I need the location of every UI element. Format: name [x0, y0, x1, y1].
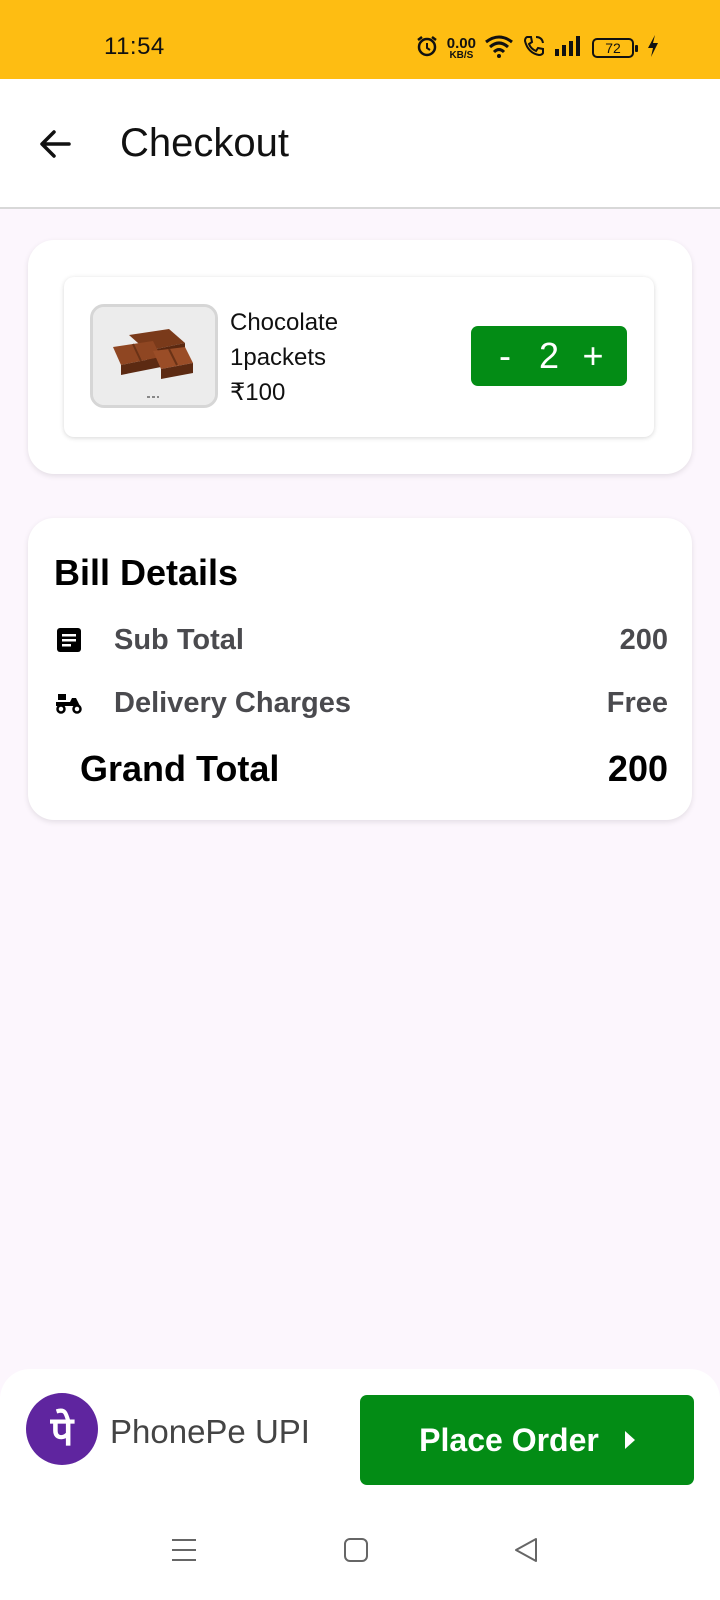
delivery-row: Delivery Charges Free [54, 683, 668, 723]
cart-card: Chocolate 1packets ₹100 - 2 + [28, 240, 692, 474]
wifi-call-icon [522, 34, 546, 63]
net-speed: 0.00 KB/S [447, 36, 476, 61]
home-square-icon[interactable] [336, 1530, 376, 1570]
quantity-stepper: - 2 + [471, 326, 627, 386]
net-speed-unit: KB/S [449, 49, 474, 61]
sub-total-row: Sub Total 200 [54, 620, 668, 660]
receipt-icon [54, 625, 84, 655]
item-name: Chocolate [230, 309, 339, 336]
net-speed-value: 0.00 [446, 34, 476, 52]
grand-total-row: Grand Total 200 [80, 748, 668, 790]
system-nav-bar [0, 1510, 720, 1600]
caret-right-icon [624, 1431, 635, 1449]
grand-total-value: 200 [607, 748, 668, 789]
bill-details-card: Bill Details Sub Total 200 Delivery Char… [28, 518, 692, 820]
decrement-button[interactable]: - [487, 335, 523, 377]
cart-item: Chocolate 1packets ₹100 - 2 + [64, 277, 654, 437]
phonepe-logo[interactable]: पे [26, 1393, 98, 1465]
alarm-icon [415, 34, 439, 63]
delivery-value: Free [606, 686, 668, 719]
sub-total-value: 200 [619, 623, 668, 656]
battery-icon: 72 [592, 38, 638, 58]
item-price: ₹100 [230, 379, 286, 406]
sub-total-label: Sub Total [114, 623, 244, 656]
delivery-scooter-icon [54, 688, 84, 718]
back-button[interactable] [30, 119, 80, 169]
wifi-icon [484, 34, 514, 63]
bill-title: Bill Details [54, 552, 239, 593]
status-time: 11:54 [104, 33, 165, 60]
app-bar: Checkout [0, 79, 720, 209]
charging-icon [646, 34, 660, 63]
menu-icon[interactable] [164, 1530, 204, 1570]
product-image [90, 304, 218, 408]
status-bar: 11:54 0.00 KB/S 72 [0, 0, 720, 79]
delivery-label: Delivery Charges [114, 686, 351, 719]
place-order-label: Place Order [419, 1421, 599, 1458]
quantity-value: 2 [538, 335, 559, 376]
grand-total-label: Grand Total [80, 748, 280, 789]
place-order-button[interactable]: Place Order [360, 1395, 694, 1485]
signal-icon [554, 35, 584, 62]
payment-method-label[interactable]: PhonePe UPI [110, 1413, 310, 1451]
back-triangle-icon[interactable] [506, 1530, 546, 1570]
arrow-left-icon [40, 130, 71, 158]
increment-button[interactable]: + [575, 335, 611, 377]
item-pack-size: 1packets [230, 344, 327, 371]
status-icons: 0.00 KB/S 72 [415, 30, 660, 66]
page-title: Checkout [120, 121, 289, 165]
